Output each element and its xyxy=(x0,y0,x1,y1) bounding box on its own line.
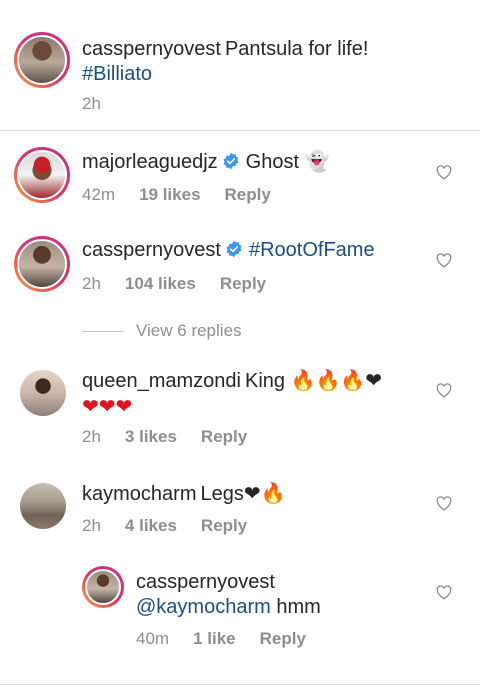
mention-link[interactable]: @kaymocharm xyxy=(136,596,271,618)
timestamp: 2h xyxy=(82,516,101,535)
ghost-emoji: 👻 xyxy=(304,149,330,173)
comment-text: casspernyovest @kaymocharm hmm xyxy=(136,570,426,620)
timestamp: 2h xyxy=(82,427,101,446)
likes-count[interactable]: 3 likes xyxy=(125,427,177,446)
comment-meta: 2h 4 likes Reply xyxy=(82,516,271,536)
reply-button[interactable]: Reply xyxy=(260,629,306,648)
avatar[interactable] xyxy=(82,566,124,608)
heart-outline-icon[interactable] xyxy=(436,253,452,268)
comment-body: Legs xyxy=(200,483,244,505)
comment-text: casspernyovest #RootOfFame xyxy=(82,238,422,263)
heart-emojis: ❤❤❤ xyxy=(82,394,133,418)
divider-line xyxy=(82,330,124,332)
comment-text: kaymocharm Legs❤🔥 xyxy=(82,481,422,507)
likes-count[interactable]: 19 likes xyxy=(139,185,200,204)
avatar[interactable] xyxy=(14,147,70,203)
comment-body: Ghost xyxy=(245,151,299,173)
view-replies-label: View 6 replies xyxy=(136,321,242,340)
comment: majorleaguedjz Ghost 👻 42m 19 likes Reply xyxy=(0,131,480,221)
avatar[interactable] xyxy=(20,370,66,416)
verified-badge-icon xyxy=(226,240,242,258)
likes-count[interactable]: 4 likes xyxy=(125,516,177,535)
comment-body: King xyxy=(245,370,286,392)
fire-heart-emojis: 🔥🔥🔥❤ xyxy=(290,368,383,392)
likes-count[interactable]: 104 likes xyxy=(125,274,196,293)
timestamp: 42m xyxy=(82,185,116,204)
verified-badge-icon xyxy=(223,152,239,170)
reply-button[interactable]: Reply xyxy=(225,185,271,204)
heart-outline-icon[interactable] xyxy=(436,383,452,398)
caption-meta: 2h xyxy=(82,94,125,114)
comment-text: queen_mamzondi King 🔥🔥🔥❤ ❤❤❤ xyxy=(82,368,422,420)
avatar[interactable] xyxy=(20,483,66,529)
username[interactable]: kaymocharm xyxy=(82,483,196,505)
heart-outline-icon[interactable] xyxy=(436,496,452,511)
timestamp: 40m xyxy=(136,629,170,648)
comment: queen_mamzondi King 🔥🔥🔥❤ ❤❤❤ 2h 3 likes Rep… xyxy=(0,360,480,464)
heart-fire-emojis: ❤🔥 xyxy=(243,481,286,505)
heart-outline-icon[interactable] xyxy=(436,585,452,600)
comment-meta: 2h 104 likes Reply xyxy=(82,274,290,294)
username[interactable]: majorleaguedjz xyxy=(82,151,218,173)
post-caption: casspernyovest Pantsula for life! #Billia… xyxy=(0,0,480,131)
comment: casspernyovest #RootOfFame 2h 104 likes Rep… xyxy=(0,221,480,311)
caption-body: Pantsula for life! xyxy=(224,38,369,60)
comment-meta: 42m 19 likes Reply xyxy=(82,185,295,205)
reply-comment: casspernyovest @kaymocharm hmm 40m 1 like… xyxy=(0,560,480,660)
username[interactable]: casspernyovest xyxy=(136,571,275,593)
comment-meta: 40m 1 like Reply xyxy=(136,629,330,649)
bottom-divider xyxy=(0,684,480,685)
heart-outline-icon[interactable] xyxy=(436,165,452,180)
comment-text: majorleaguedjz Ghost 👻 xyxy=(82,149,422,175)
avatar[interactable] xyxy=(14,32,70,88)
reply-button[interactable]: Reply xyxy=(220,274,266,293)
timestamp: 2h xyxy=(82,94,101,113)
comment-body: hmm xyxy=(276,596,321,618)
reply-button[interactable]: Reply xyxy=(201,427,247,446)
reply-button[interactable]: Reply xyxy=(201,516,247,535)
hashtag-link[interactable]: #Billiato xyxy=(82,63,152,85)
timestamp: 2h xyxy=(82,274,101,293)
comment: kaymocharm Legs❤🔥 2h 4 likes Reply xyxy=(0,470,480,550)
caption-text: casspernyovest Pantsula for life! #Billia… xyxy=(82,37,462,87)
hashtag-link[interactable]: #RootOfFame xyxy=(249,239,375,261)
username[interactable]: casspernyovest xyxy=(82,239,221,261)
comment-meta: 2h 3 likes Reply xyxy=(82,427,271,447)
view-replies-button[interactable]: View 6 replies xyxy=(82,320,242,342)
avatar[interactable] xyxy=(14,236,70,292)
username[interactable]: casspernyovest xyxy=(82,38,221,60)
likes-count[interactable]: 1 like xyxy=(193,629,236,648)
username[interactable]: queen_mamzondi xyxy=(82,370,241,392)
